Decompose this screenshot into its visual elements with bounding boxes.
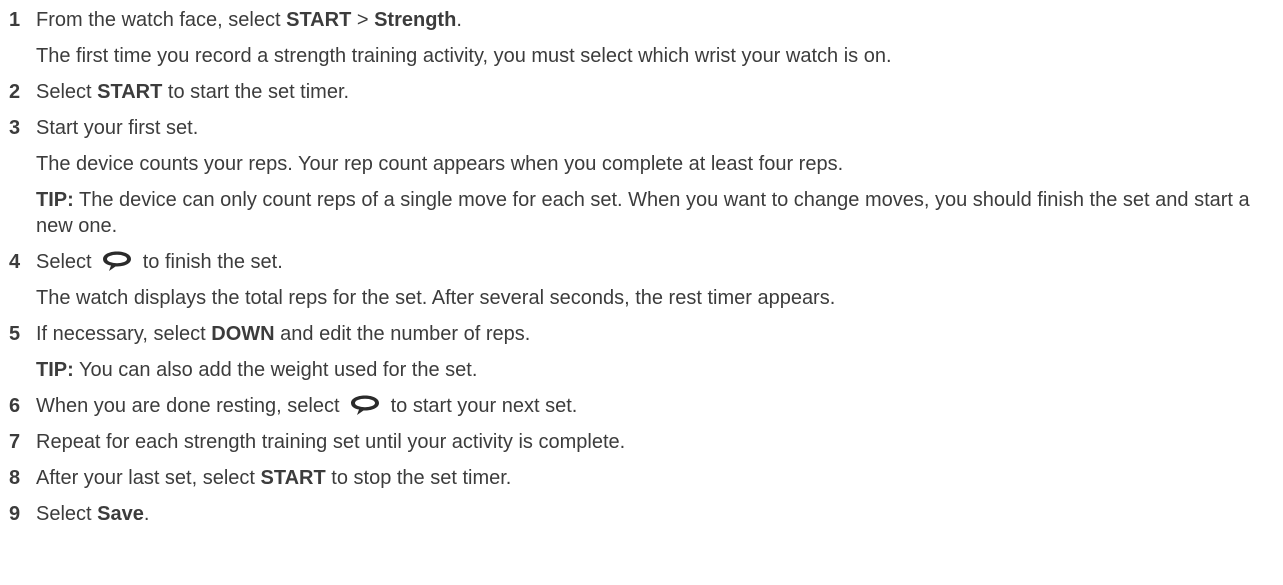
step-text: When you are done resting, select to sta… <box>36 393 1283 419</box>
lap-icon <box>351 395 380 415</box>
tip: TIP: You can also add the weight used fo… <box>36 357 1283 383</box>
step-text-part: to stop the set timer. <box>325 467 512 489</box>
step-text-part: and edit the number of reps. <box>274 323 531 345</box>
step-text: Repeat for each strength training set un… <box>36 431 626 453</box>
tip: TIP: The device can only count reps of a… <box>36 187 1283 239</box>
tip-text: You can also add the weight used for the… <box>73 359 478 381</box>
step-text: If necessary, select DOWN and edit the n… <box>36 321 1283 347</box>
step-text-part: . <box>456 9 462 31</box>
step-7: 7 Repeat for each strength training set … <box>0 429 1283 455</box>
instruction-document: 1 From the watch face, select START > St… <box>0 0 1283 527</box>
step-note: The first time you record a strength tra… <box>36 45 892 67</box>
step-5: 5 If necessary, select DOWN and edit the… <box>0 321 1283 383</box>
lap-icon <box>103 251 132 271</box>
ui-term: START <box>97 81 163 103</box>
step-text: Select START to start the set timer. <box>36 79 1283 105</box>
step-text: After your last set, select START to sto… <box>36 465 1283 491</box>
step-text-part: to start your next set. <box>385 395 578 417</box>
step-2: 2 Select START to start the set timer. <box>0 79 1283 105</box>
step-number: 8 <box>9 467 21 489</box>
ui-term: START <box>286 9 352 31</box>
step-3: 3 Start your first set. The device count… <box>0 115 1283 239</box>
tip-label: TIP: <box>36 189 74 211</box>
step-number: 3 <box>9 117 21 139</box>
step-4: 4 Select to finish the set. The watch di… <box>0 249 1283 311</box>
tip-label: TIP: <box>36 359 74 381</box>
step-text-part: > <box>351 9 375 31</box>
step-number: 1 <box>9 9 21 31</box>
step-number: 4 <box>9 251 21 273</box>
ui-term: DOWN <box>211 323 275 345</box>
ui-term: Strength <box>374 9 457 31</box>
step-text-part: Select <box>36 503 98 525</box>
step-text-part: to start the set timer. <box>162 81 350 103</box>
step-9: 9 Select Save. <box>0 501 1283 527</box>
step-text: Select to finish the set. <box>36 249 1283 275</box>
step-text-part: . <box>143 503 150 525</box>
step-text: Start your first set. <box>36 117 199 139</box>
step-number: 7 <box>9 431 21 453</box>
step-text-part: If necessary, select <box>36 323 212 345</box>
ui-term: START <box>260 467 326 489</box>
step-number: 6 <box>9 395 21 417</box>
step-text: From the watch face, select START > Stre… <box>36 7 1283 33</box>
step-number: 5 <box>9 323 21 345</box>
tip-text: The device can only count reps of a sing… <box>36 189 1250 237</box>
step-6: 6 When you are done resting, select to s… <box>0 393 1283 419</box>
ui-term: Save <box>97 503 144 525</box>
step-text: Select Save. <box>36 501 1283 527</box>
step-text-part: Select <box>36 251 98 273</box>
step-8: 8 After your last set, select START to s… <box>0 465 1283 491</box>
step-note: The watch displays the total reps for th… <box>36 287 836 309</box>
step-text-part: After your last set, select <box>36 467 261 489</box>
step-text-part: to finish the set. <box>137 251 283 273</box>
step-1: 1 From the watch face, select START > St… <box>0 7 1283 69</box>
step-text-part: When you are done resting, select <box>36 395 346 417</box>
step-text-part: Select <box>36 81 98 103</box>
step-number: 9 <box>9 503 21 525</box>
step-note: The device counts your reps. Your rep co… <box>36 153 844 175</box>
step-number: 2 <box>9 81 21 103</box>
step-text-part: From the watch face, select <box>36 9 287 31</box>
